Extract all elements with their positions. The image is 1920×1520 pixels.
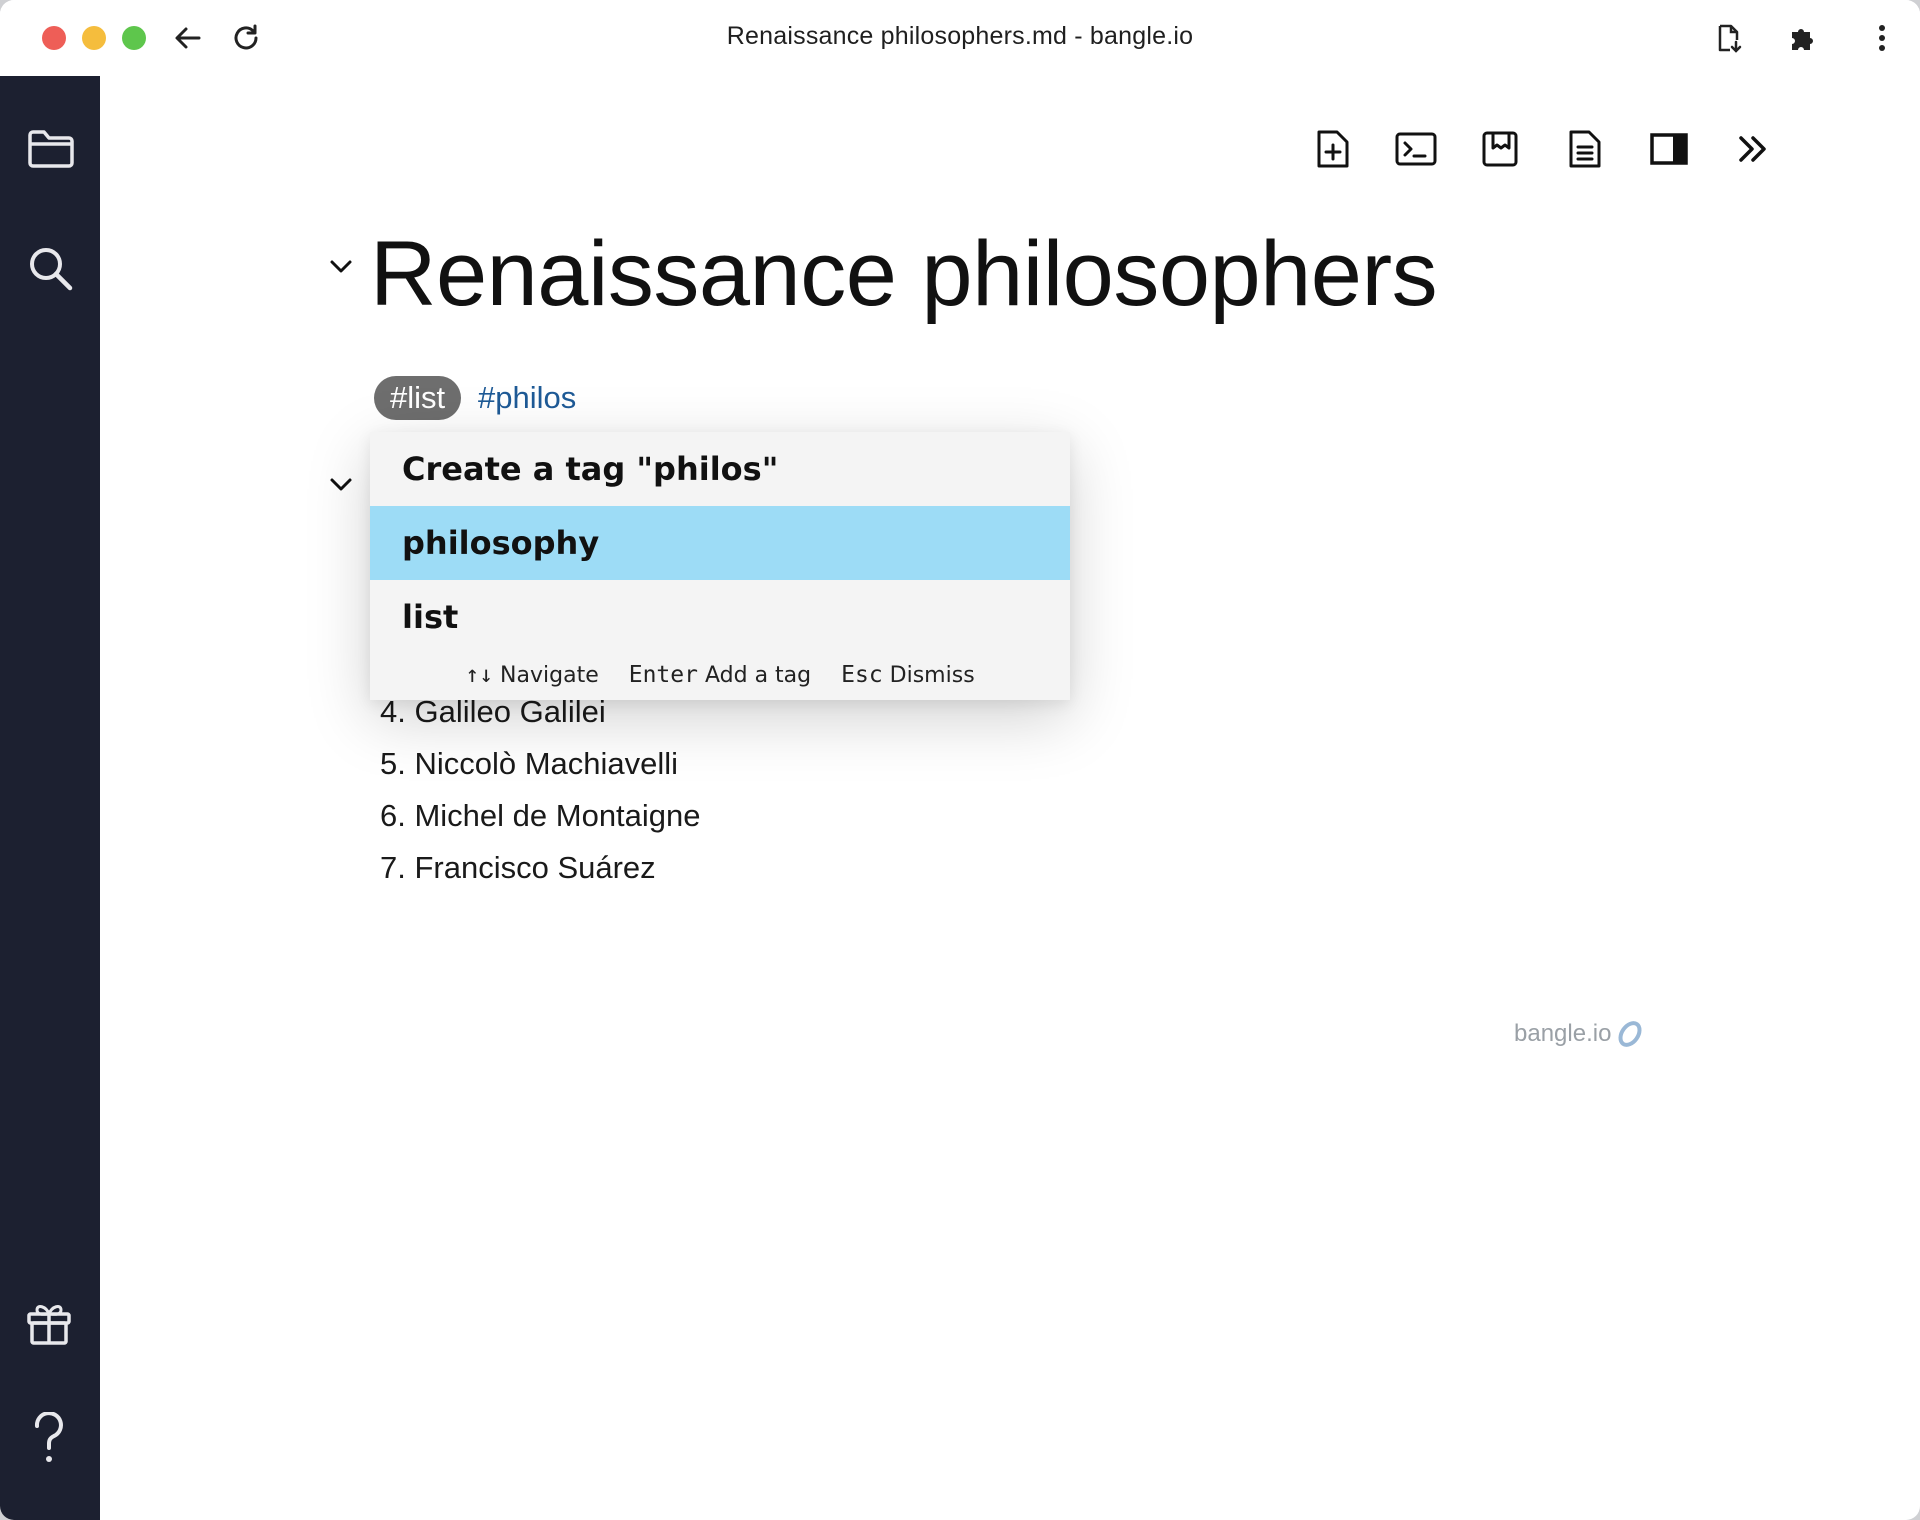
tag-option-philosophy[interactable]: philosophy: [370, 506, 1070, 580]
document-title: Renaissance philosophers: [370, 223, 1438, 325]
note-document-icon[interactable]: [1562, 126, 1608, 172]
tag-input-text[interactable]: #philos: [478, 376, 576, 420]
more-vertical-icon[interactable]: [1862, 18, 1902, 58]
brand-text: bangle.io: [1514, 1020, 1612, 1047]
list-item: 5. Niccolò Machiavelli: [380, 746, 679, 781]
toggle-sidebar-icon[interactable]: [1646, 126, 1692, 172]
bangle-logo-icon: [1618, 1021, 1642, 1047]
tag-suggestion-popup: Create a tag "philos" philosophy list ↑↓…: [370, 432, 1070, 700]
tag-pill[interactable]: #list: [374, 376, 462, 420]
wiki-bookmark-icon[interactable]: [1477, 126, 1523, 172]
hint-key: ↑↓: [465, 662, 494, 688]
hint-navigate: ↑↓ Navigate: [465, 662, 598, 688]
help-question-icon[interactable]: [20, 1410, 78, 1468]
heading-collapse-chevron-icon[interactable]: [326, 252, 356, 282]
list-item: 7. Francisco Suárez: [380, 850, 656, 885]
window-title: Renaissance philosophers.md - bangle.io: [726, 22, 1194, 50]
gift-icon[interactable]: [20, 1294, 78, 1352]
list-collapse-chevron-icon[interactable]: [326, 470, 356, 500]
list-item: 6. Michel de Montaigne: [380, 798, 701, 833]
browser-window: Renaissance philosophers.md - bangle.io: [0, 0, 1920, 1520]
new-note-icon[interactable]: [1310, 126, 1356, 172]
title-bar: Renaissance philosophers.md - bangle.io: [0, 0, 1920, 76]
command-palette-terminal-icon[interactable]: [1393, 126, 1439, 172]
hint-dismiss: Esc Dismiss: [841, 662, 975, 688]
hint-label: Add a tag: [704, 663, 812, 688]
search-icon[interactable]: [22, 240, 80, 298]
brand-watermark: bangle.io: [1514, 1020, 1645, 1048]
folder-icon[interactable]: [22, 120, 80, 178]
install-app-icon[interactable]: [1708, 18, 1748, 58]
hint-label: Dismiss: [889, 663, 975, 688]
create-tag-option[interactable]: Create a tag "philos": [370, 432, 1070, 506]
extensions-puzzle-icon[interactable]: [1782, 18, 1822, 58]
tag-option-list[interactable]: list: [370, 580, 1070, 654]
hint-key: Enter: [628, 662, 698, 688]
hint-add-tag: Enter Add a tag: [629, 662, 811, 688]
activity-sidebar: [0, 76, 100, 1520]
hint-key: Esc: [841, 662, 883, 688]
keyboard-hints: ↑↓ Navigate Enter Add a tag Esc Dismiss: [370, 658, 1070, 692]
hint-label: Navigate: [500, 663, 599, 688]
chevrons-right-icon[interactable]: [1730, 126, 1776, 172]
